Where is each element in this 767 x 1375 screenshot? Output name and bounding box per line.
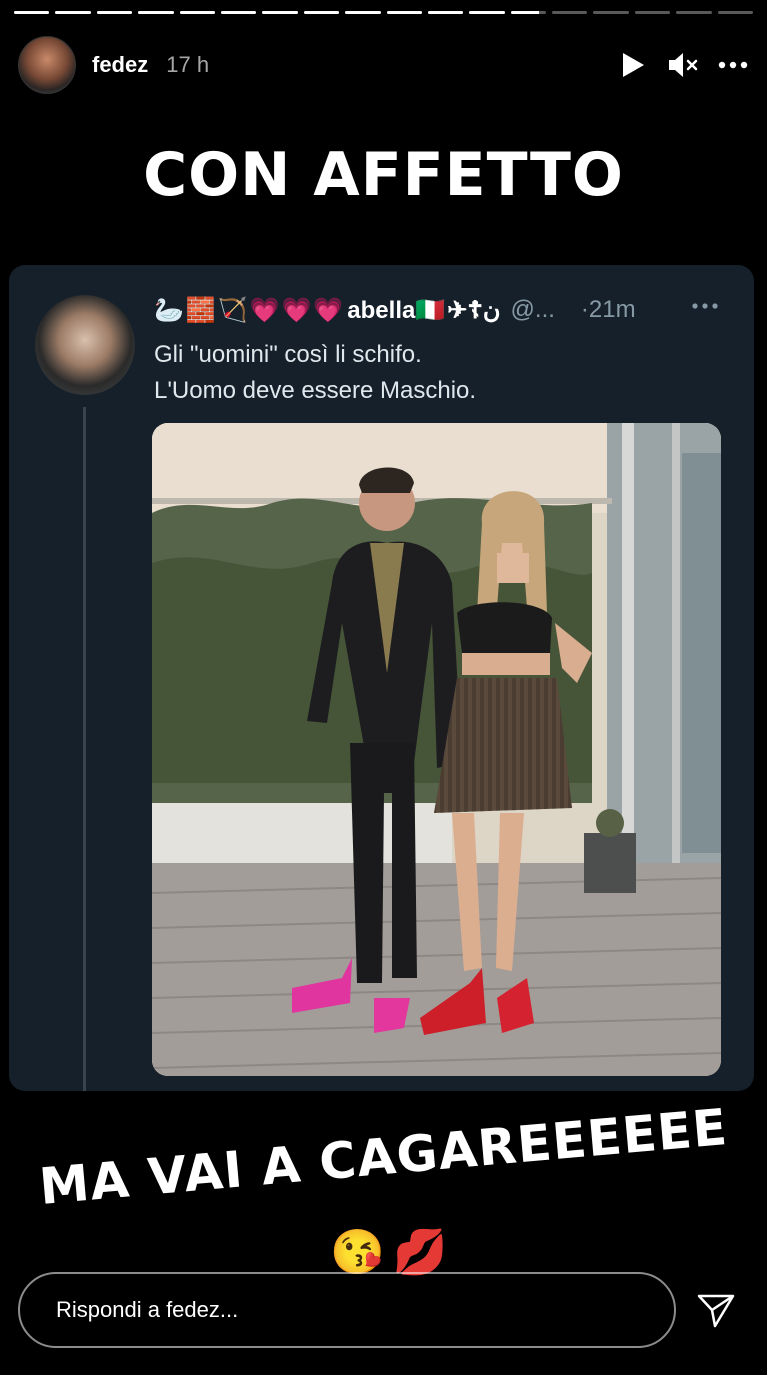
more-icon[interactable]: [717, 49, 749, 81]
progress-segment: [386, 11, 422, 14]
progress-segment: [634, 11, 671, 14]
avatar[interactable]: [18, 36, 76, 94]
thread-line: [83, 407, 86, 1091]
progress-segment: [262, 11, 298, 14]
send-icon[interactable]: [694, 1288, 738, 1332]
name-emojis: 🦢🧱🏹💗💗💗: [154, 296, 346, 324]
progress-segment: [96, 11, 133, 14]
progress-segment: [14, 11, 50, 14]
photo-illustration: [152, 423, 721, 1076]
tweet-more-icon: [691, 297, 719, 315]
username[interactable]: fedez: [92, 52, 148, 78]
progress-segment: [179, 11, 215, 14]
play-icon[interactable]: [617, 49, 649, 81]
tweet-photo: [152, 423, 721, 1076]
tweet-author-row: 🦢🧱🏹💗💗💗 abella🇮🇹 ✈☦ن @... ·21m: [154, 293, 636, 327]
progress-segment: [676, 11, 712, 14]
timestamp: 17 h: [166, 52, 210, 77]
tweet-handle: @...: [510, 296, 555, 323]
progress-segment: [345, 11, 381, 14]
tweet-text-line: L'Uomo deve essere Maschio.: [154, 377, 477, 404]
tweet-text-line: Gli "uomini" così li schifo.: [154, 341, 422, 368]
mute-icon[interactable]: [667, 49, 699, 81]
story-caption-bottom: MA VAI A CAGAREEEEEE: [37, 1098, 730, 1216]
progress-segment: [138, 11, 174, 14]
reply-input[interactable]: Rispondi a fedez...: [18, 1272, 676, 1348]
progress-segment: [469, 11, 505, 14]
tweet-display-name: abella🇮🇹: [347, 296, 446, 324]
progress-segment: [55, 11, 91, 14]
tweet-text: Gli "uomini" così li schifo. L'Uomo deve…: [154, 337, 476, 409]
tweet-name-suffix: ✈☦ن: [447, 296, 501, 324]
story-progress-bar: [14, 11, 754, 15]
tweet-avatar: [35, 295, 135, 395]
progress-segment: [427, 11, 464, 14]
story-header: fedez 17 h: [18, 36, 749, 94]
story-caption-top: CON AFFETTO: [143, 140, 624, 210]
progress-segment: [303, 11, 340, 14]
progress-segment: [552, 11, 588, 14]
progress-segment: [717, 11, 754, 14]
lips-emoji: 💋: [392, 1228, 448, 1277]
tweet-time: ·21m: [580, 296, 636, 323]
tweet-card: 🦢🧱🏹💗💗💗 abella🇮🇹 ✈☦ن @... ·21m Gli "uomin…: [9, 265, 754, 1091]
progress-segment: [220, 11, 257, 14]
kiss-face-emoji: 😘: [330, 1228, 385, 1277]
progress-segment: [510, 11, 547, 14]
progress-segment: [593, 11, 629, 14]
emoji-stickers: 😘 💋: [330, 1226, 448, 1278]
